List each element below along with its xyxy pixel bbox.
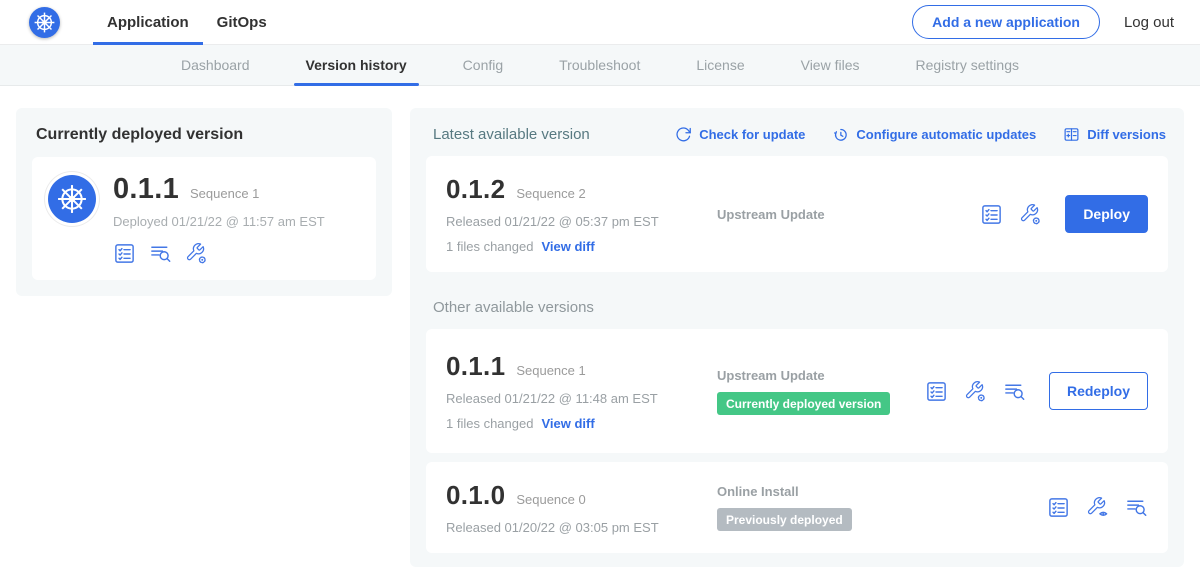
- sequence-label: Sequence 2: [516, 186, 585, 201]
- schedule-update-icon: [832, 126, 849, 143]
- deployed-version-number: 0.1.1: [113, 173, 179, 206]
- previously-deployed-badge: Previously deployed: [717, 508, 852, 531]
- deployed-version-info: 0.1.1 Sequence 1 Deployed 01/21/22 @ 11:…: [113, 173, 325, 265]
- edit-config-icon[interactable]: [964, 380, 987, 403]
- edit-config-icon[interactable]: [1019, 203, 1042, 226]
- deploy-logs-icon[interactable]: [149, 242, 172, 265]
- deployed-sequence-label: Sequence 1: [190, 186, 259, 201]
- tab-config-label: Config: [463, 57, 503, 73]
- tab-gitops-label: GitOps: [217, 14, 267, 31]
- deploy-button[interactable]: Deploy: [1065, 195, 1148, 233]
- version-source-label: Upstream Update: [717, 368, 925, 383]
- release-notes-icon[interactable]: [113, 242, 136, 265]
- released-timestamp: Released 01/21/22 @ 11:48 am EST: [446, 391, 696, 406]
- tab-dashboard-label: Dashboard: [181, 57, 250, 73]
- top-nav-right: Add a new application Log out: [912, 5, 1174, 39]
- version-number: 0.1.0: [446, 480, 505, 511]
- tab-dashboard[interactable]: Dashboard: [153, 45, 278, 85]
- diff-versions-link[interactable]: Diff versions: [1063, 126, 1166, 143]
- tab-registry-settings[interactable]: Registry settings: [888, 45, 1047, 85]
- top-nav: Application GitOps Add a new application…: [0, 0, 1200, 45]
- version-info: 0.1.0 Sequence 0 Released 01/20/22 @ 03:…: [446, 480, 696, 535]
- version-number: 0.1.1: [446, 351, 505, 382]
- check-for-update-link[interactable]: Check for update: [675, 126, 805, 143]
- tab-application-label: Application: [107, 14, 189, 31]
- configure-automatic-updates-link[interactable]: Configure automatic updates: [832, 126, 1036, 143]
- diff-versions-icon: [1063, 126, 1080, 143]
- version-row-0-1-1: 0.1.1 Sequence 1 Released 01/21/22 @ 11:…: [426, 329, 1168, 453]
- app-sub-nav: Dashboard Version history Config Trouble…: [0, 45, 1200, 86]
- version-source-label: Online Install: [717, 484, 1047, 499]
- released-timestamp: Released 01/20/22 @ 03:05 pm EST: [446, 520, 696, 535]
- version-source-label: Upstream Update: [717, 207, 980, 222]
- tab-license[interactable]: License: [668, 45, 772, 85]
- currently-deployed-badge: Currently deployed version: [717, 392, 890, 415]
- tab-config[interactable]: Config: [435, 45, 531, 85]
- tab-application[interactable]: Application: [93, 0, 203, 44]
- add-application-button[interactable]: Add a new application: [912, 5, 1100, 39]
- sequence-label: Sequence 0: [516, 492, 585, 507]
- logout-link[interactable]: Log out: [1124, 14, 1174, 31]
- view-config-icon[interactable]: [1086, 496, 1109, 519]
- sequence-label: Sequence 1: [516, 363, 585, 378]
- tab-gitops[interactable]: GitOps: [203, 0, 281, 44]
- configure-automatic-updates-label: Configure automatic updates: [856, 127, 1036, 142]
- view-diff-link[interactable]: View diff: [541, 416, 594, 431]
- latest-version-title: Latest available version: [433, 126, 590, 143]
- version-actions: [1047, 496, 1148, 519]
- tab-registry-settings-label: Registry settings: [916, 57, 1019, 73]
- tab-version-history-label: Version history: [306, 57, 407, 73]
- version-status: Upstream Update: [696, 207, 980, 222]
- deploy-logs-icon[interactable]: [1125, 496, 1148, 519]
- check-for-update-label: Check for update: [699, 127, 805, 142]
- currently-deployed-title: Currently deployed version: [32, 126, 376, 144]
- version-actions: Redeploy: [925, 372, 1148, 410]
- diff-versions-label: Diff versions: [1087, 127, 1166, 142]
- other-versions-title: Other available versions: [433, 299, 1168, 316]
- version-status: Upstream Update Currently deployed versi…: [696, 368, 925, 415]
- version-status: Online Install Previously deployed: [696, 484, 1047, 531]
- tab-view-files-label: View files: [801, 57, 860, 73]
- files-changed-label: 1 files changed: [446, 416, 533, 431]
- refresh-icon: [675, 126, 692, 143]
- version-row-0-1-2: 0.1.2 Sequence 2 Released 01/21/22 @ 05:…: [426, 156, 1168, 272]
- edit-config-icon[interactable]: [185, 242, 208, 265]
- panel-actions: Check for update Configure automatic upd…: [675, 126, 1166, 143]
- release-notes-icon[interactable]: [980, 203, 1003, 226]
- tab-view-files[interactable]: View files: [773, 45, 888, 85]
- version-row-0-1-0: 0.1.0 Sequence 0 Released 01/20/22 @ 03:…: [426, 462, 1168, 553]
- version-history-panel: Latest available version Check for updat…: [410, 108, 1184, 567]
- release-notes-icon[interactable]: [925, 380, 948, 403]
- tab-version-history[interactable]: Version history: [278, 45, 435, 85]
- release-notes-icon[interactable]: [1047, 496, 1070, 519]
- files-changed-label: 1 files changed: [446, 239, 533, 254]
- released-timestamp: Released 01/21/22 @ 05:37 pm EST: [446, 214, 696, 229]
- deployed-version-card: 0.1.1 Sequence 1 Deployed 01/21/22 @ 11:…: [32, 157, 376, 280]
- main-content: Currently deployed version 0.1.1 Sequenc…: [0, 86, 1200, 567]
- version-number: 0.1.2: [446, 174, 505, 205]
- view-diff-link[interactable]: View diff: [541, 239, 594, 254]
- currently-deployed-card: Currently deployed version 0.1.1 Sequenc…: [16, 108, 392, 296]
- tab-troubleshoot[interactable]: Troubleshoot: [531, 45, 668, 85]
- tab-troubleshoot-label: Troubleshoot: [559, 57, 640, 73]
- app-kubernetes-logo-icon: [48, 175, 96, 223]
- version-actions: Deploy: [980, 195, 1148, 233]
- version-info: 0.1.2 Sequence 2 Released 01/21/22 @ 05:…: [446, 174, 696, 254]
- redeploy-button[interactable]: Redeploy: [1049, 372, 1148, 410]
- kubernetes-logo-icon: [29, 7, 60, 38]
- deployed-timestamp: Deployed 01/21/22 @ 11:57 am EST: [113, 214, 325, 229]
- deploy-logs-icon[interactable]: [1003, 380, 1026, 403]
- version-info: 0.1.1 Sequence 1 Released 01/21/22 @ 11:…: [446, 351, 696, 431]
- top-nav-tabs: Application GitOps: [93, 0, 281, 44]
- tab-license-label: License: [696, 57, 744, 73]
